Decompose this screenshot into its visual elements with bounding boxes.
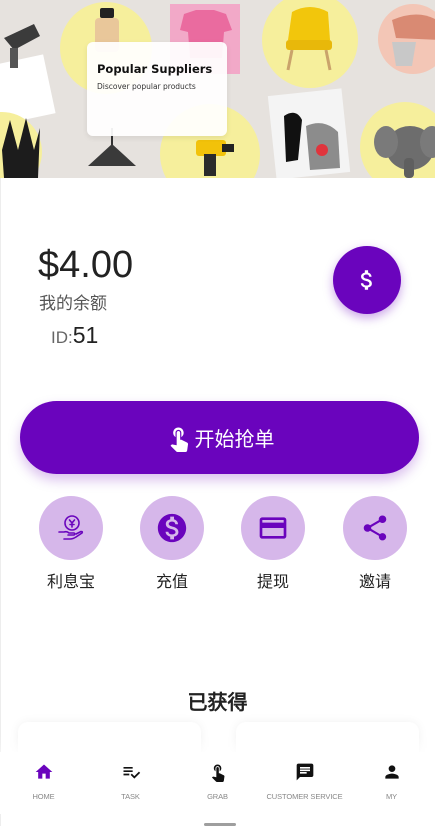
nav-item-home[interactable]: HOME — [0, 752, 87, 814]
action-invite-label: 邀请 — [358, 572, 391, 591]
action-recharge[interactable]: 充值 — [140, 496, 204, 591]
page-edge — [0, 178, 1, 826]
touch-icon — [170, 427, 188, 452]
share-icon — [363, 515, 387, 541]
balance-label: 我的余额 — [39, 294, 107, 314]
action-interest-circle — [39, 496, 103, 560]
nav-item-grab[interactable]: GRAB — [174, 752, 261, 814]
banner-subtitle: Discover popular products — [97, 82, 196, 91]
credit-card-icon — [259, 517, 287, 539]
action-invite[interactable]: 邀请 — [343, 496, 407, 591]
action-withdraw[interactable]: 提现 — [241, 496, 305, 591]
playlist-check-icon — [121, 762, 141, 782]
person-icon — [382, 762, 402, 782]
earned-section-title: 已获得 — [187, 690, 248, 714]
banner-card: Popular Suppliers Discover popular produ… — [87, 42, 227, 136]
dollar-icon — [360, 270, 372, 290]
start-grab-button[interactable]: 开始抢单 — [20, 401, 419, 474]
action-interest[interactable]: 利息宝 — [39, 496, 103, 591]
nav-item-my[interactable]: MY — [348, 752, 435, 814]
chat-icon — [295, 762, 315, 782]
nav-label-customer-service: CUSTOMER SERVICE — [266, 792, 343, 801]
action-recharge-label: 充值 — [155, 572, 188, 591]
action-withdraw-label: 提现 — [256, 572, 289, 591]
currency-button[interactable] — [333, 246, 401, 314]
home-icon — [34, 762, 54, 782]
balance-amount: $4.00 — [38, 244, 134, 286]
nav-label-my: MY — [385, 792, 398, 801]
touch-icon — [208, 762, 228, 782]
nav-label-grab: GRAB — [207, 792, 228, 801]
nav-item-customer-service[interactable]: CUSTOMER SERVICE — [261, 752, 348, 814]
banner-title: Popular Suppliers — [97, 62, 213, 76]
action-invite-circle — [343, 496, 407, 560]
user-id: ID:51 — [51, 322, 98, 349]
user-id-label: ID: — [51, 328, 73, 347]
nav-label-task: TASK — [121, 792, 140, 801]
yuan-hand-icon — [58, 515, 84, 540]
action-recharge-circle — [140, 496, 204, 560]
action-interest-label: 利息宝 — [46, 572, 95, 591]
action-withdraw-circle — [241, 496, 305, 560]
suppliers-banner[interactable]: Popular Suppliers Discover popular produ… — [0, 0, 435, 178]
bottom-nav: HOME TASK GRAB CUSTOMER SERVICE MY — [0, 752, 435, 814]
nav-item-task[interactable]: TASK — [87, 752, 174, 814]
nav-label-home: HOME — [32, 792, 55, 801]
start-grab-label: 开始抢单 — [194, 427, 275, 451]
user-id-value: 51 — [72, 322, 99, 348]
dollar-circle-icon — [157, 513, 187, 543]
